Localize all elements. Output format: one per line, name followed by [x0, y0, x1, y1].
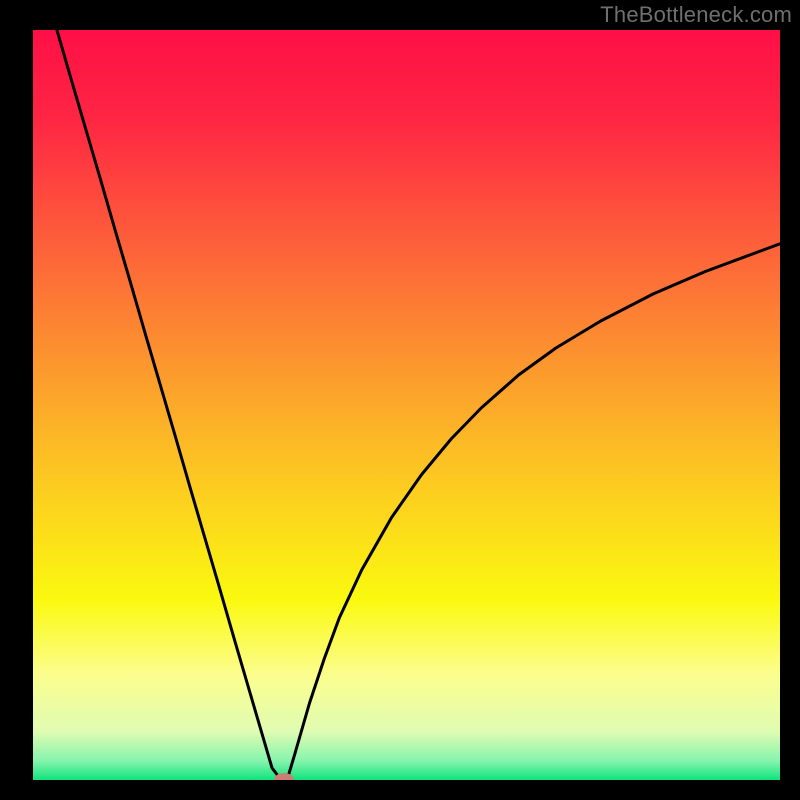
- gradient-background: [33, 30, 780, 780]
- watermark-text: TheBottleneck.com: [600, 2, 792, 28]
- bottleneck-chart: [33, 30, 780, 780]
- chart-frame: TheBottleneck.com: [0, 0, 800, 800]
